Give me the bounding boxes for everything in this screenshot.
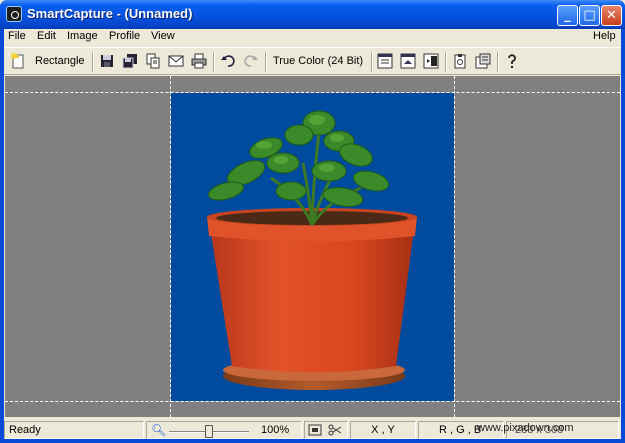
toolbar-separator [371,52,373,72]
zoom-slider-thumb[interactable] [205,425,213,438]
toolbar-separator [92,52,94,72]
region-capture-icon[interactable] [422,53,440,71]
tools-panel [304,421,348,439]
maximize-button[interactable]: □ [579,5,600,26]
settings-icon[interactable] [474,53,492,71]
client-area: File Edit Image Profile View Help Rectan… [4,29,621,439]
menu-image[interactable]: Image [67,30,98,42]
app-camera-icon[interactable] [6,6,22,22]
zoom-value: 100% [261,424,290,436]
window-title: SmartCapture - (Unnamed) [27,6,193,21]
potted-plant-image [207,110,417,390]
undo-icon[interactable] [219,53,237,71]
print-icon[interactable] [190,53,208,71]
toolbar-separator [445,52,447,72]
toolbar-separator [213,52,215,72]
minimize-button[interactable]: _ [557,5,578,26]
crop-scissors-icon[interactable] [328,423,342,437]
close-button[interactable]: ✕ [601,5,622,26]
color-depth-label[interactable]: True Color (24 Bit) [273,55,363,67]
save-icon[interactable] [98,53,116,71]
window-capture-icon[interactable] [376,53,394,71]
save-all-icon[interactable] [121,53,139,71]
menu-file[interactable]: File [8,30,26,42]
menu-view[interactable]: View [151,30,175,42]
menu-help[interactable]: Help [593,30,616,42]
app-window: SmartCapture - (Unnamed) _ □ ✕ File Edit… [0,0,625,443]
toolbar: Rectangle True Color (24 Bit) [4,47,621,75]
selection-guide-bottom [5,401,620,402]
status-bar: Ready 🔍︎ 100% X , Y R , G , B 283 x 308 … [4,420,621,439]
fullscreen-capture-icon[interactable] [399,53,417,71]
capture-mode-label[interactable]: Rectangle [35,55,85,67]
menu-edit[interactable]: Edit [37,30,56,42]
toolbar-separator [265,52,267,72]
title-bar[interactable]: SmartCapture - (Unnamed) _ □ ✕ [0,0,625,29]
email-icon[interactable] [167,53,185,71]
redo-icon[interactable] [242,53,260,71]
menu-profile[interactable]: Profile [109,30,140,42]
help-icon[interactable] [503,53,521,71]
copy-icon[interactable] [144,53,162,71]
zoom-icon[interactable]: 🔍︎ [151,422,166,438]
selection-guide-right [454,76,455,417]
toolbar-separator [497,52,499,72]
capture-canvas[interactable] [5,76,620,417]
new-capture-icon[interactable] [9,53,27,71]
cursor-coords: X , Y [350,421,416,439]
zoom-panel: 🔍︎ 100% [146,421,302,439]
watermark-text: www.pixadown.com [477,422,574,434]
menu-bar: File Edit Image Profile View Help [4,29,621,45]
captured-image[interactable] [171,93,454,401]
fit-window-icon[interactable] [308,423,322,437]
clipboard-icon[interactable] [451,53,469,71]
status-ready: Ready [4,421,144,439]
